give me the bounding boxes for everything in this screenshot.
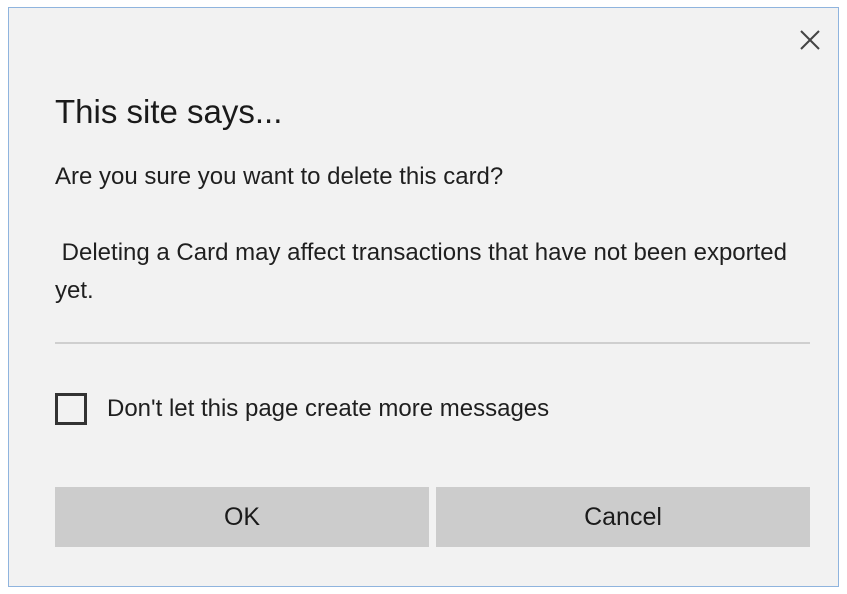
dialog-message-question: Are you sure you want to delete this car…	[55, 163, 504, 190]
alert-dialog: This site says... Are you sure you want …	[8, 7, 839, 587]
cancel-button[interactable]: Cancel	[436, 487, 810, 547]
suppress-messages-label: Don't let this page create more messages	[107, 395, 550, 422]
close-icon	[800, 30, 820, 50]
divider	[55, 342, 810, 344]
suppress-messages-option[interactable]: Don't let this page create more messages	[55, 393, 549, 425]
ok-button[interactable]: OK	[55, 487, 429, 547]
suppress-messages-checkbox[interactable]	[55, 393, 87, 425]
dialog-message-warning: Deleting a Card may affect transactions …	[55, 239, 794, 304]
close-button[interactable]	[796, 26, 824, 54]
dialog-title: This site says...	[55, 93, 283, 130]
dialog-message: Are you sure you want to delete this car…	[55, 158, 795, 310]
